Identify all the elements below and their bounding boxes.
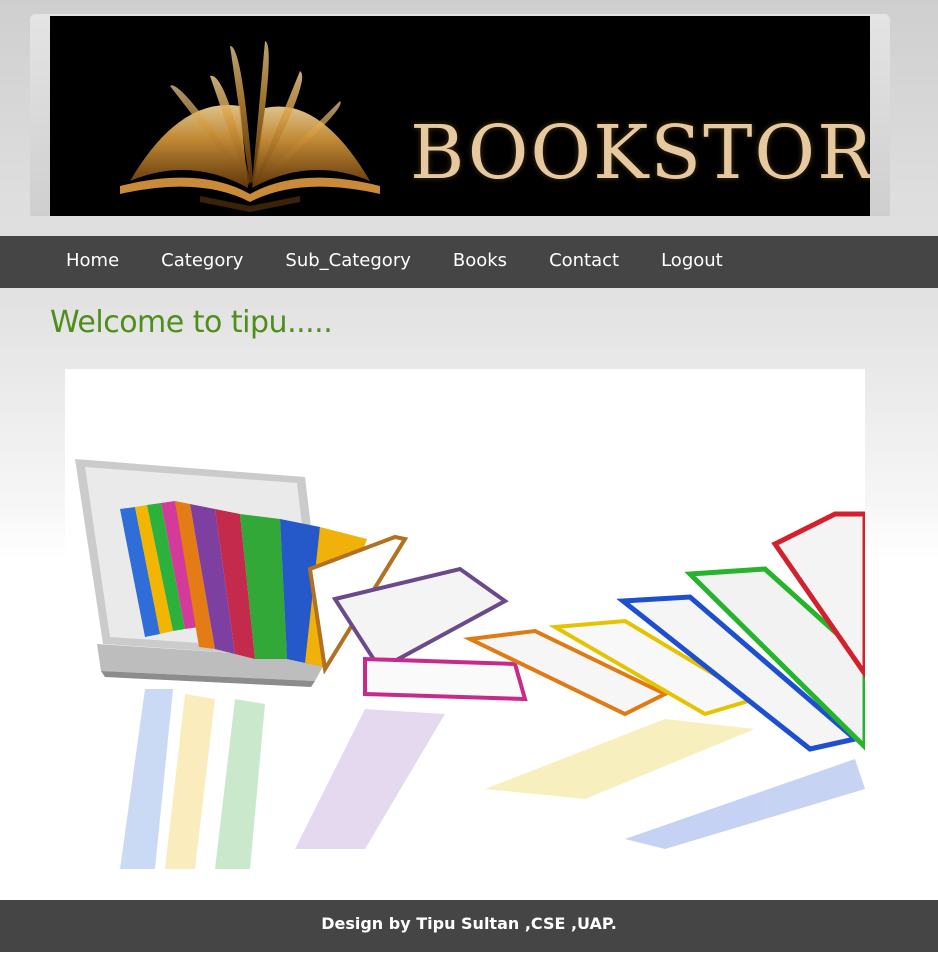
nav-item-home[interactable]: Home [45, 236, 140, 288]
nav-item-sub-category[interactable]: Sub_Category [264, 236, 431, 288]
brand-title: BOOKSTORE [410, 110, 870, 196]
banner: BOOKSTORE [50, 16, 870, 216]
open-book-icon [120, 41, 380, 212]
nav-item-contact[interactable]: Contact [528, 236, 640, 288]
nav-item-books[interactable]: Books [432, 236, 528, 288]
books-reflection [120, 689, 865, 869]
welcome-heading: Welcome to tipu..... [50, 305, 333, 340]
books-stack [120, 501, 865, 752]
nav-item-category[interactable]: Category [140, 236, 264, 288]
main-navigation: Home Category Sub_Category Books Contact… [0, 236, 938, 288]
footer-credit: Design by Tipu Sultan ,CSE ,UAP. [321, 914, 617, 933]
footer: Design by Tipu Sultan ,CSE ,UAP. [0, 900, 938, 952]
hero-image [65, 369, 865, 869]
nav-item-logout[interactable]: Logout [640, 236, 744, 288]
laptop-with-books-illustration [75, 459, 865, 869]
